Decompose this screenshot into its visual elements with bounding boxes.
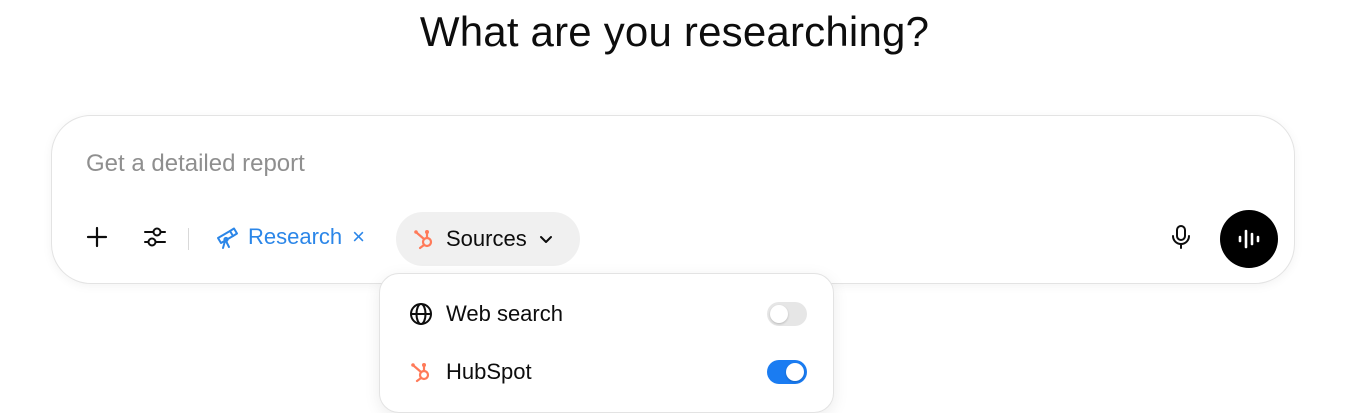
source-item-label: Web search [446, 301, 563, 326]
sources-dropdown-menu: Web search HubSpot [379, 273, 834, 413]
voice-mode-button[interactable] [1220, 210, 1278, 268]
hubspot-toggle[interactable] [767, 360, 807, 384]
sources-button-label: Sources [446, 226, 527, 251]
prompt-input[interactable] [86, 146, 1186, 182]
globe-icon [408, 301, 434, 327]
toggle-knob [786, 363, 804, 381]
telescope-icon [217, 227, 238, 249]
plus-icon [86, 226, 108, 248]
voice-waveform-icon [1238, 229, 1260, 249]
research-chip-label: Research [248, 224, 343, 249]
prompt-composer: Research × Sources [51, 115, 1295, 284]
source-item-label: HubSpot [446, 359, 532, 384]
research-chip[interactable]: Research × [214, 220, 365, 254]
hubspot-icon [408, 359, 434, 385]
microphone-icon [1172, 225, 1190, 249]
sources-button[interactable]: Sources [396, 212, 580, 266]
page-heading: What are you researching? [419, 8, 930, 55]
hubspot-icon [414, 230, 433, 250]
web-search-toggle[interactable] [767, 302, 807, 326]
toolbar-divider [188, 228, 189, 250]
source-item-hubspot[interactable]: HubSpot [380, 346, 833, 398]
tools-button[interactable] [138, 220, 172, 254]
add-button[interactable] [80, 220, 114, 254]
research-chip-close-button[interactable]: × [352, 226, 365, 248]
microphone-button[interactable] [1164, 220, 1198, 254]
sliders-icon [144, 227, 166, 247]
chevron-down-icon [539, 236, 552, 243]
source-item-web-search[interactable]: Web search [380, 288, 833, 340]
toggle-knob [770, 305, 788, 323]
